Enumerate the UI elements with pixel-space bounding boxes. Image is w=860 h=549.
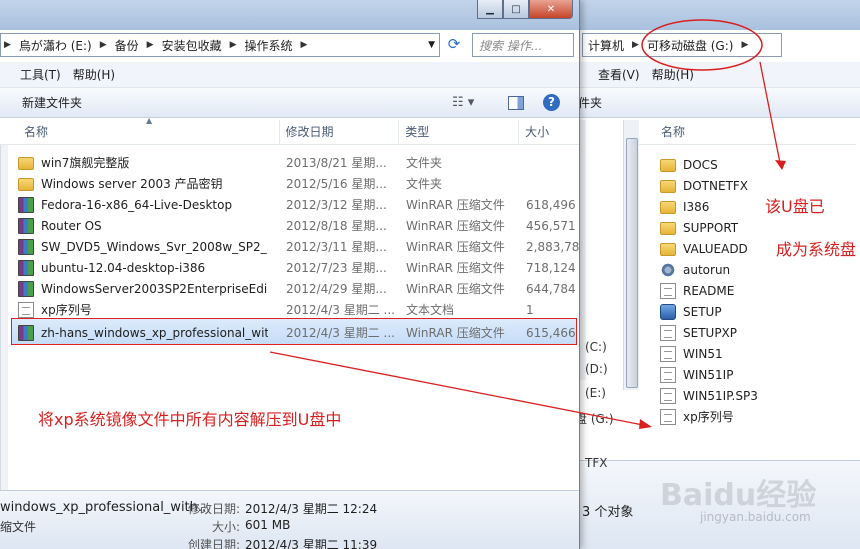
annotation-note-extract: 将xp系统镜像文件中所有内容解压到U盘中	[38, 410, 342, 429]
annotation-circle	[641, 19, 763, 71]
annotation-arrow-line	[759, 61, 781, 164]
annotation-arrowhead	[775, 160, 786, 170]
annotation-note-disk-ready: 该U盘已	[765, 197, 825, 216]
baidu-watermark-url: jingyan.baidu.com	[700, 510, 811, 524]
baidu-watermark-logo: Baidu经验	[660, 478, 817, 513]
annotation-arrowhead-2	[639, 419, 652, 429]
annotation-overlay	[269, 19, 786, 429]
annotation-note-system-disk: 成为系统盘	[776, 240, 857, 259]
